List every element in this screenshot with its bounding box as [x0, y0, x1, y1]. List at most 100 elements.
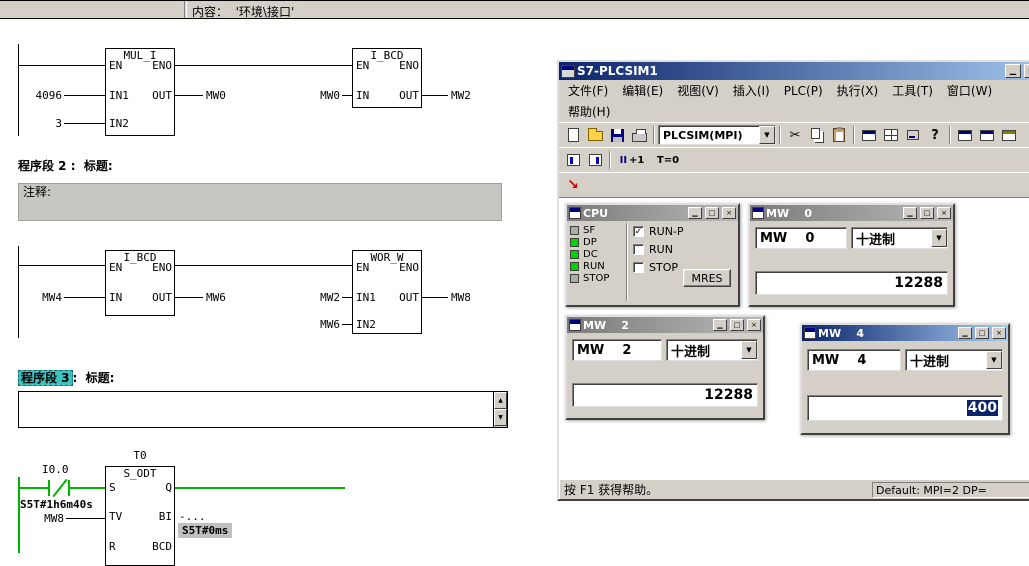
minimize-windows-icon[interactable]: [902, 125, 924, 145]
mw0-title-bar[interactable]: MW 0 ▁ □ ×: [750, 205, 953, 221]
cpu-title-bar[interactable]: CPU ▁ □ ×: [567, 205, 738, 221]
new-document-icon[interactable]: [562, 125, 584, 145]
network3-header[interactable]: 程序段 3: 标题:: [18, 369, 115, 386]
mw0-window[interactable]: MW 0 ▁ □ × MW 0 十进制 ▼ 12288: [748, 203, 955, 307]
run-checkbox[interactable]: RUN: [633, 243, 673, 256]
format-select[interactable]: 十进制 ▼: [666, 339, 758, 361]
mres-button[interactable]: MRES: [683, 269, 731, 287]
auto-timer-icon[interactable]: [562, 150, 584, 170]
scroll-up-button[interactable]: ▲: [494, 392, 507, 409]
operand-in[interactable]: MW4: [22, 291, 62, 304]
mw2-window[interactable]: MW 2 ▁ □ × MW 2 十进制 ▼ 12288: [565, 315, 765, 420]
comment-box[interactable]: [18, 183, 502, 221]
step-plus-one-button[interactable]: II +1: [614, 150, 650, 170]
time-reset-button[interactable]: T=0: [650, 150, 686, 170]
cpu-window[interactable]: CPU ▁ □ × SF DP DC RUN STOP ✓ RUN-P RUN S…: [565, 203, 740, 307]
maximize-button[interactable]: □: [705, 207, 719, 219]
menu-tools[interactable]: 工具(T): [885, 81, 940, 100]
save-icon[interactable]: [606, 125, 628, 145]
minimize-button[interactable]: ▁: [903, 207, 917, 219]
runp-checkbox[interactable]: ✓ RUN-P: [633, 225, 684, 238]
format-select[interactable]: 十进制 ▼: [851, 227, 948, 249]
operand-out[interactable]: MW0: [206, 89, 226, 102]
cut-icon[interactable]: ✂: [784, 125, 806, 145]
menu-file[interactable]: 文件(F): [561, 81, 615, 100]
menu-edit[interactable]: 编辑(E): [615, 81, 670, 100]
timer-name[interactable]: T0: [105, 449, 175, 462]
print-icon[interactable]: [628, 125, 650, 145]
chevron-down-icon[interactable]: ▼: [741, 341, 757, 359]
operand-in2[interactable]: 3: [22, 117, 62, 130]
nc-contact[interactable]: [48, 480, 50, 496]
copy-icon[interactable]: [806, 125, 828, 145]
insert-input-variable-icon[interactable]: [954, 125, 976, 145]
maximize-button[interactable]: □: [920, 207, 934, 219]
format-select[interactable]: 十进制 ▼: [905, 349, 1003, 371]
red-arrow-icon[interactable]: ↘: [562, 175, 584, 195]
open-folder-icon[interactable]: [584, 125, 606, 145]
network2-header[interactable]: 程序段 2 : 标题:: [18, 157, 113, 174]
stop-checkbox[interactable]: STOP: [633, 261, 678, 274]
minimize-button[interactable]: ▁: [958, 327, 972, 339]
menu-insert[interactable]: 插入(I): [726, 81, 777, 100]
scrollbar[interactable]: ▲ ▼: [493, 392, 507, 427]
minimize-button[interactable]: ▁: [688, 207, 702, 219]
led-sf: SF: [570, 224, 609, 236]
mw4-window[interactable]: MW 4 ▁ □ × MW 4 十进制 ▼ 400: [800, 323, 1010, 435]
tile-windows-icon[interactable]: [880, 125, 902, 145]
operand-in1[interactable]: 4096: [22, 89, 63, 102]
menu-view[interactable]: 视图(V): [670, 81, 726, 100]
operand-out[interactable]: MW6: [206, 291, 226, 304]
chevron-down-icon[interactable]: ▼: [986, 351, 1002, 369]
title-bar[interactable]: S7-PLCSIM1 ▁ □ ×: [559, 62, 1029, 80]
chevron-down-icon[interactable]: ▼: [931, 229, 947, 247]
operand-out[interactable]: MW2: [451, 89, 471, 102]
close-button[interactable]: ×: [937, 207, 951, 219]
insert-memory-variable-icon[interactable]: [998, 125, 1020, 145]
checkbox-unchecked[interactable]: [633, 262, 644, 273]
minimize-button[interactable]: ▁: [713, 319, 727, 331]
close-button[interactable]: ×: [722, 207, 736, 219]
operand-out[interactable]: MW8: [451, 291, 471, 304]
scroll-down-button[interactable]: ▼: [494, 409, 507, 426]
interface-select[interactable]: PLCSIM(MPI) ▼: [658, 125, 776, 145]
plcsim-window[interactable]: S7-PLCSIM1 ▁ □ × 文件(F)编辑(E)视图(V)插入(I)PLC…: [557, 60, 1029, 501]
context-help-icon[interactable]: ?: [924, 125, 946, 145]
menu-help[interactable]: 帮助(H): [561, 102, 617, 121]
contact-operand[interactable]: I0.0: [42, 463, 69, 476]
bi-output-placeholder[interactable]: -...: [179, 510, 206, 523]
maximize-button[interactable]: □: [1024, 64, 1029, 78]
operand-tv[interactable]: MW8: [38, 512, 64, 525]
manual-timer-icon[interactable]: [584, 150, 606, 170]
operand-in1[interactable]: MW2: [300, 291, 340, 304]
maximize-button[interactable]: □: [730, 319, 744, 331]
network3-title-input[interactable]: ▲ ▼: [18, 391, 508, 428]
close-button[interactable]: ×: [747, 319, 761, 331]
variable-window-icon: [752, 207, 764, 219]
mw2-title-bar[interactable]: MW 2 ▁ □ ×: [567, 317, 763, 333]
paste-icon[interactable]: [828, 125, 850, 145]
minimize-button[interactable]: ▁: [1005, 64, 1021, 78]
cascade-windows-icon[interactable]: [858, 125, 880, 145]
address-field[interactable]: MW 2: [572, 339, 662, 361]
menu-execute[interactable]: 执行(X): [830, 81, 886, 100]
operand-in[interactable]: MW0: [300, 89, 340, 102]
operand-in2[interactable]: MW6: [300, 318, 340, 331]
insert-output-variable-icon[interactable]: [976, 125, 998, 145]
close-button[interactable]: ×: [992, 327, 1006, 339]
value-field[interactable]: 12288: [755, 271, 948, 295]
checkbox-unchecked[interactable]: [633, 244, 644, 255]
value-field[interactable]: 12288: [572, 383, 758, 407]
menu-plc[interactable]: PLC(P): [777, 83, 830, 99]
menu-window[interactable]: 窗口(W): [940, 81, 999, 100]
address-field[interactable]: MW 0: [755, 227, 847, 249]
maximize-button[interactable]: □: [975, 327, 989, 339]
address-field[interactable]: MW 4: [807, 349, 901, 371]
mw4-window-title: MW 4: [818, 326, 865, 340]
value-field[interactable]: 400: [807, 395, 1003, 421]
network3-header-selection[interactable]: 程序段 3: [18, 370, 73, 386]
mw4-title-bar[interactable]: MW 4 ▁ □ ×: [802, 325, 1008, 341]
chevron-down-icon[interactable]: ▼: [759, 126, 775, 144]
checkbox-checked[interactable]: ✓: [633, 226, 644, 237]
pin-eno: ENO: [152, 261, 172, 274]
